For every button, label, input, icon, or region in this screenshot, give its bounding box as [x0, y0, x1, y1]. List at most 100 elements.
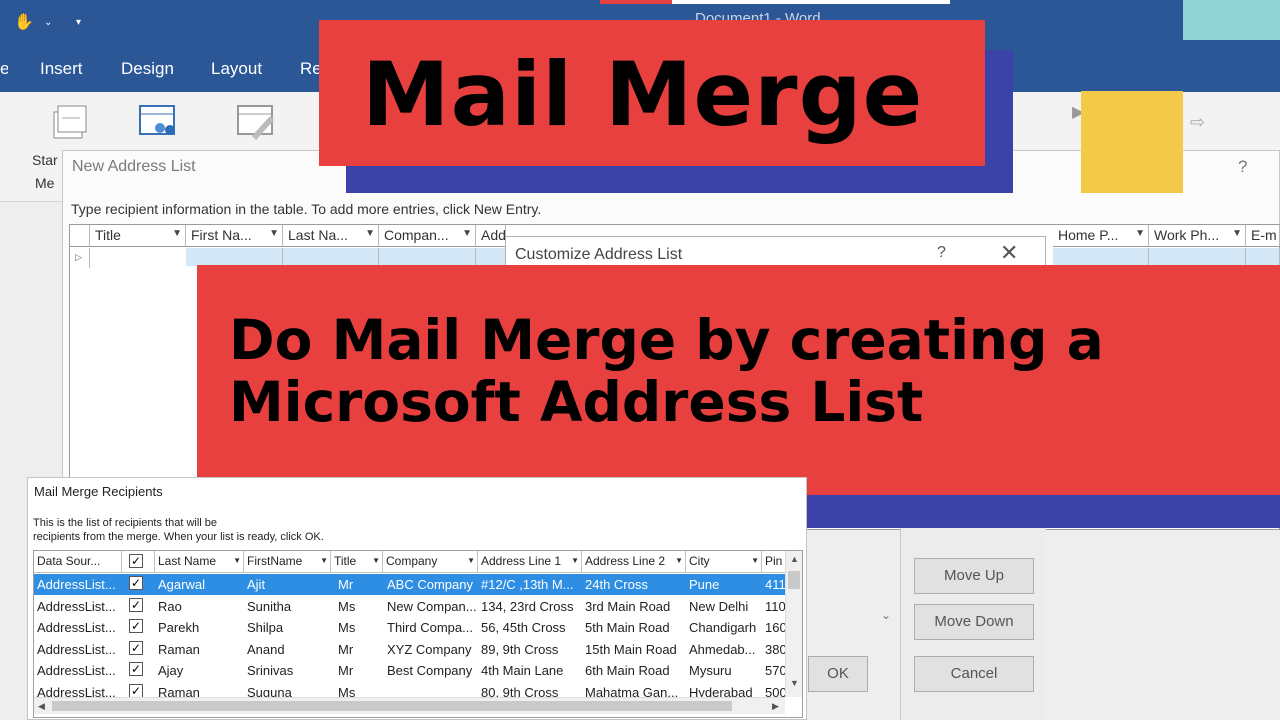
chevron-down-icon[interactable]: ⌄	[44, 17, 52, 28]
column-header-title[interactable]: Title ▼	[331, 551, 383, 573]
recipient-checkbox[interactable]: ✓	[129, 640, 143, 655]
grid-cell[interactable]	[476, 248, 506, 266]
scroll-right-icon[interactable]: ▶	[772, 701, 779, 712]
instructions-line: recipients from the merge. When your lis…	[33, 531, 324, 543]
dropdown-arrow-icon[interactable]: ▼	[320, 556, 328, 565]
finish-merge-icon[interactable]: ⇨	[1190, 112, 1205, 133]
column-label: Work Ph...	[1154, 227, 1220, 243]
recipient-checkbox[interactable]: ✓	[129, 597, 143, 612]
scroll-down-icon[interactable]: ⌄	[876, 608, 896, 636]
column-header-address-line-2[interactable]: Address Line 2 ▼	[582, 551, 686, 573]
table-row[interactable]: AddressList... Parekh Shilpa Ms Third Compa.…	[34, 617, 786, 638]
table-row[interactable]: AddressList... Agarwal Ajit Mr ABC Company #1…	[34, 574, 786, 595]
table-row[interactable]: AddressList... Raman Anand Mr XYZ Company 89,…	[34, 639, 786, 660]
recipient-checkbox[interactable]: ✓	[129, 619, 143, 633]
column-header-data-source[interactable]: Data Sour...	[34, 551, 122, 573]
recipients-instructions: This is the list of recipients that will…	[33, 516, 593, 544]
cell-title: Ms	[338, 598, 356, 614]
edit-recipient-list-icon[interactable]	[236, 102, 276, 142]
select-recipients-icon[interactable]	[138, 102, 178, 142]
start-mail-merge-label-2[interactable]: Me	[35, 175, 54, 191]
column-label: Data Sour...	[37, 554, 101, 568]
column-header-title[interactable]: Title ▼	[90, 225, 186, 247]
column-header-home-phone[interactable]: Home P... ▼	[1053, 225, 1149, 247]
dropdown-arrow-icon[interactable]: ▼	[751, 556, 759, 565]
grid-cell[interactable]	[186, 248, 283, 266]
cell-addr1: #12/C ,13th M...	[481, 577, 574, 592]
dropdown-arrow-icon[interactable]: ▼	[172, 228, 182, 239]
column-header-email[interactable]: E-m	[1246, 225, 1280, 247]
grid-cell[interactable]	[1246, 248, 1280, 266]
column-label: FirstName	[247, 554, 303, 568]
recipient-checkbox[interactable]: ✓	[129, 576, 143, 590]
tab-layout[interactable]: Layout	[211, 59, 262, 79]
dropdown-arrow-icon[interactable]: ▼	[233, 556, 241, 565]
cell-pin: 380	[765, 641, 786, 657]
column-label: E-m	[1251, 227, 1277, 243]
column-header-company[interactable]: Compan... ▼	[379, 225, 476, 247]
column-header-city[interactable]: City ▼	[686, 551, 762, 573]
cell-last: Ajay	[158, 663, 184, 678]
instructions-line: This is the list of recipients that will…	[33, 517, 218, 529]
dropdown-arrow-icon[interactable]: ▼	[675, 556, 683, 565]
column-header-work-phone[interactable]: Work Ph... ▼	[1149, 225, 1246, 247]
column-header-last-name[interactable]: Last Name ▼	[155, 551, 244, 573]
ok-button[interactable]: OK	[808, 656, 868, 692]
dialog-title: New Address List	[72, 158, 196, 175]
scrollbar-thumb[interactable]	[788, 571, 800, 589]
dropdown-arrow-icon[interactable]: ▼	[372, 556, 380, 565]
column-header-last-name[interactable]: Last Na... ▼	[283, 225, 379, 247]
cell-addr1: 4th Main Lane	[481, 663, 564, 678]
cell-first: Shilpa	[247, 620, 284, 635]
dropdown-arrow-icon[interactable]: ▼	[462, 228, 472, 239]
recipient-checkbox[interactable]: ✓	[129, 683, 143, 698]
dropdown-arrow-icon[interactable]: ▼	[269, 228, 279, 239]
grid-cell[interactable]	[283, 248, 379, 266]
cell-pin: 570	[765, 663, 786, 678]
move-up-button[interactable]: Move Up	[914, 558, 1034, 594]
scroll-left-icon[interactable]: ◀	[38, 701, 45, 712]
cell-source: AddressList...	[37, 598, 116, 614]
column-header-address-line-1[interactable]: Address Line 1 ▼	[478, 551, 582, 573]
scrollbar-thumb[interactable]	[52, 701, 732, 711]
vertical-scrollbar[interactable]: ▲ ▼	[785, 551, 802, 697]
tab-insert[interactable]: Insert	[40, 59, 83, 79]
select-all-checkbox[interactable]: ✓	[129, 554, 143, 568]
close-icon[interactable]: ✕	[1000, 240, 1018, 266]
tab-partial[interactable]: e	[0, 59, 8, 79]
recipient-checkbox[interactable]: ✓	[129, 662, 143, 676]
cell-city: Chandigarh	[689, 620, 757, 635]
column-header-company[interactable]: Company ▼	[383, 551, 478, 573]
envelopes-icon[interactable]	[50, 102, 90, 142]
help-icon[interactable]: ?	[937, 244, 946, 262]
table-row[interactable]: AddressList... Rao Sunitha Ms New Compan... 1…	[34, 596, 786, 617]
scroll-up-icon[interactable]: ▲	[790, 554, 799, 564]
tab-design[interactable]: Design	[121, 59, 174, 79]
dropdown-arrow-icon[interactable]: ▼	[571, 556, 579, 565]
column-header-pin[interactable]: Pin	[762, 551, 786, 573]
dropdown-arrow-icon[interactable]: ▼	[467, 556, 475, 565]
cancel-button[interactable]: Cancel	[914, 656, 1034, 692]
grid-cell[interactable]	[1149, 248, 1246, 266]
scroll-down-icon[interactable]: ▼	[790, 678, 799, 688]
dropdown-arrow-icon[interactable]: ▼	[1232, 228, 1242, 239]
customize-qat-icon[interactable]: ▾	[76, 17, 81, 28]
column-header-address[interactable]: Addres	[476, 225, 506, 247]
dropdown-arrow-icon[interactable]: ▼	[365, 228, 375, 239]
column-header-check[interactable]: ✓	[122, 551, 155, 573]
grid-cell[interactable]	[1053, 248, 1149, 266]
grid-cell[interactable]	[379, 248, 476, 266]
recipients-table[interactable]: Data Sour... ✓ Last Name ▼ FirstName ▼ Tit…	[33, 550, 803, 718]
start-mail-merge-label[interactable]: Star	[32, 152, 58, 168]
cell-city: Mysuru	[689, 663, 732, 678]
touch-mode-icon[interactable]: ✋	[14, 12, 34, 32]
column-header-first-name[interactable]: First Na... ▼	[186, 225, 283, 247]
move-down-button[interactable]: Move Down	[914, 604, 1034, 640]
horizontal-scrollbar[interactable]: ◀ ▶	[34, 697, 785, 714]
dropdown-arrow-icon[interactable]: ▼	[1135, 228, 1145, 239]
column-header-first-name[interactable]: FirstName ▼	[244, 551, 331, 573]
table-row[interactable]: AddressList... Ajay Srinivas Mr Best Company…	[34, 660, 786, 681]
help-icon[interactable]: ?	[1238, 157, 1247, 177]
cell-addr2: 24th Cross	[585, 577, 648, 592]
column-label: Last Na...	[288, 227, 348, 243]
